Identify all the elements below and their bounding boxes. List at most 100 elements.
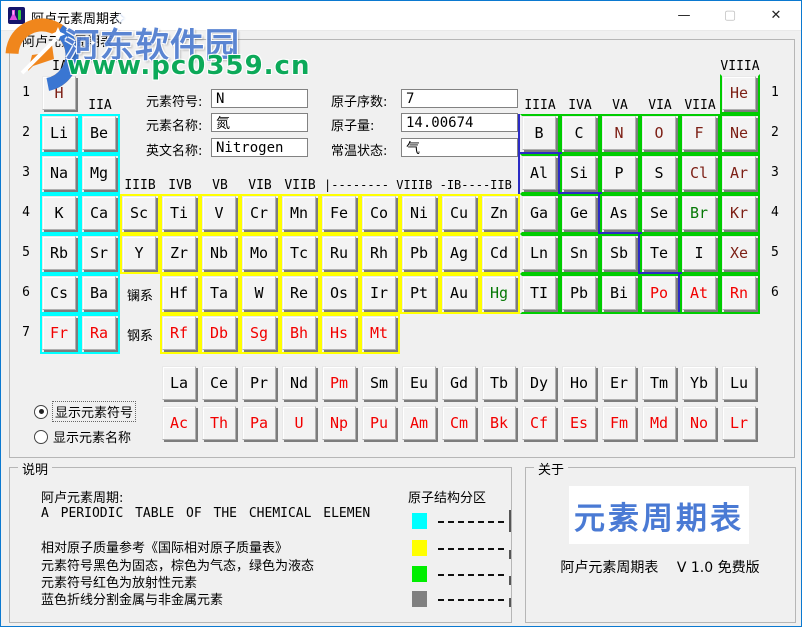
element-cr-cell[interactable]: Cr — [242, 196, 276, 230]
element-se-cell[interactable]: Se — [642, 196, 676, 230]
element-ge-cell[interactable]: Ge — [562, 196, 596, 230]
element-si-cell[interactable]: Si — [562, 156, 596, 190]
element-ho-cell[interactable]: Ho — [562, 366, 596, 400]
element-pu-cell[interactable]: Pu — [362, 406, 396, 440]
element-v-cell[interactable]: V — [202, 196, 236, 230]
element-ba-cell[interactable]: Ba — [82, 276, 116, 310]
name-cn-field[interactable] — [211, 113, 308, 132]
element-kr-cell[interactable]: Kr — [722, 196, 756, 230]
element-hg-cell[interactable]: Hg — [482, 276, 516, 310]
element-co-cell[interactable]: Co — [362, 196, 396, 230]
element-pb-cell[interactable]: Pb — [402, 236, 436, 270]
radio-show-names[interactable]: 显示元素名称 — [34, 427, 131, 446]
element-p-cell[interactable]: P — [602, 156, 636, 190]
element-gd-cell[interactable]: Gd — [442, 366, 476, 400]
element-sc-cell[interactable]: Sc — [122, 196, 156, 230]
element-o-cell[interactable]: O — [642, 116, 676, 150]
element-cf-cell[interactable]: Cf — [522, 406, 556, 440]
element-er-cell[interactable]: Er — [602, 366, 636, 400]
element-fe-cell[interactable]: Fe — [322, 196, 356, 230]
element-pt-cell[interactable]: Pt — [402, 276, 436, 310]
element-h-cell[interactable]: H — [42, 76, 76, 110]
element-ta-cell[interactable]: Ta — [202, 276, 236, 310]
element-mo-cell[interactable]: Mo — [242, 236, 276, 270]
element-tb-cell[interactable]: Tb — [482, 366, 516, 400]
atomic-number-field[interactable] — [401, 89, 518, 108]
element-pb-cell[interactable]: Pb — [562, 276, 596, 310]
element-yb-cell[interactable]: Yb — [682, 366, 716, 400]
element-b-cell[interactable]: B — [522, 116, 556, 150]
element-ni-cell[interactable]: Ni — [402, 196, 436, 230]
element-ac-cell[interactable]: Ac — [162, 406, 196, 440]
element-fr-cell[interactable]: Fr — [42, 316, 76, 350]
element-tc-cell[interactable]: Tc — [282, 236, 316, 270]
element-n-cell[interactable]: N — [602, 116, 636, 150]
element-i-cell[interactable]: I — [682, 236, 716, 270]
state-field[interactable] — [401, 138, 518, 157]
element-bi-cell[interactable]: Bi — [602, 276, 636, 310]
element-f-cell[interactable]: F — [682, 116, 716, 150]
element-bh-cell[interactable]: Bh — [282, 316, 316, 350]
element-nb-cell[interactable]: Nb — [202, 236, 236, 270]
element-zn-cell[interactable]: Zn — [482, 196, 516, 230]
element-pr-cell[interactable]: Pr — [242, 366, 276, 400]
element-br-cell[interactable]: Br — [682, 196, 716, 230]
element-lr-cell[interactable]: Lr — [722, 406, 756, 440]
element-zr-cell[interactable]: Zr — [162, 236, 196, 270]
element-th-cell[interactable]: Th — [202, 406, 236, 440]
element-cd-cell[interactable]: Cd — [482, 236, 516, 270]
element-pa-cell[interactable]: Pa — [242, 406, 276, 440]
element-mg-cell[interactable]: Mg — [82, 156, 116, 190]
element-na-cell[interactable]: Na — [42, 156, 76, 190]
element-bk-cell[interactable]: Bk — [482, 406, 516, 440]
element-po-cell[interactable]: Po — [642, 276, 676, 310]
element-ar-cell[interactable]: Ar — [722, 156, 756, 190]
element-db-cell[interactable]: Db — [202, 316, 236, 350]
element-no-cell[interactable]: No — [682, 406, 716, 440]
close-icon[interactable]: ✕ — [753, 1, 799, 30]
maximize-icon[interactable]: ▢ — [707, 1, 753, 30]
element-y-cell[interactable]: Y — [122, 236, 156, 270]
element-am-cell[interactable]: Am — [402, 406, 436, 440]
element-lu-cell[interactable]: Lu — [722, 366, 756, 400]
element-os-cell[interactable]: Os — [322, 276, 356, 310]
element-at-cell[interactable]: At — [682, 276, 716, 310]
element-dy-cell[interactable]: Dy — [522, 366, 556, 400]
element-ti-cell[interactable]: TI — [522, 276, 556, 310]
element-ra-cell[interactable]: Ra — [82, 316, 116, 350]
element-al-cell[interactable]: Al — [522, 156, 556, 190]
element-mn-cell[interactable]: Mn — [282, 196, 316, 230]
element-he-cell[interactable]: He — [722, 76, 756, 110]
element-rn-cell[interactable]: Rn — [722, 276, 756, 310]
element-np-cell[interactable]: Np — [322, 406, 356, 440]
element-au-cell[interactable]: Au — [442, 276, 476, 310]
element-rf-cell[interactable]: Rf — [162, 316, 196, 350]
element-be-cell[interactable]: Be — [82, 116, 116, 150]
element-la-cell[interactable]: La — [162, 366, 196, 400]
element-fm-cell[interactable]: Fm — [602, 406, 636, 440]
element-hf-cell[interactable]: Hf — [162, 276, 196, 310]
element-ru-cell[interactable]: Ru — [322, 236, 356, 270]
element-es-cell[interactable]: Es — [562, 406, 596, 440]
atomic-weight-field[interactable] — [401, 113, 518, 132]
element-s-cell[interactable]: S — [642, 156, 676, 190]
element-c-cell[interactable]: C — [562, 116, 596, 150]
element-as-cell[interactable]: As — [602, 196, 636, 230]
element-cm-cell[interactable]: Cm — [442, 406, 476, 440]
element-cs-cell[interactable]: Cs — [42, 276, 76, 310]
element-ce-cell[interactable]: Ce — [202, 366, 236, 400]
name-en-field[interactable] — [211, 138, 308, 157]
element-hs-cell[interactable]: Hs — [322, 316, 356, 350]
element-nd-cell[interactable]: Nd — [282, 366, 316, 400]
element-w-cell[interactable]: W — [242, 276, 276, 310]
element-ga-cell[interactable]: Ga — [522, 196, 556, 230]
radio-show-symbols[interactable]: 显示元素符号 — [34, 402, 135, 421]
element-ln-cell[interactable]: Ln — [522, 236, 556, 270]
element-ir-cell[interactable]: Ir — [362, 276, 396, 310]
element-md-cell[interactable]: Md — [642, 406, 676, 440]
element-re-cell[interactable]: Re — [282, 276, 316, 310]
element-rh-cell[interactable]: Rh — [362, 236, 396, 270]
element-xe-cell[interactable]: Xe — [722, 236, 756, 270]
element-sr-cell[interactable]: Sr — [82, 236, 116, 270]
element-k-cell[interactable]: K — [42, 196, 76, 230]
